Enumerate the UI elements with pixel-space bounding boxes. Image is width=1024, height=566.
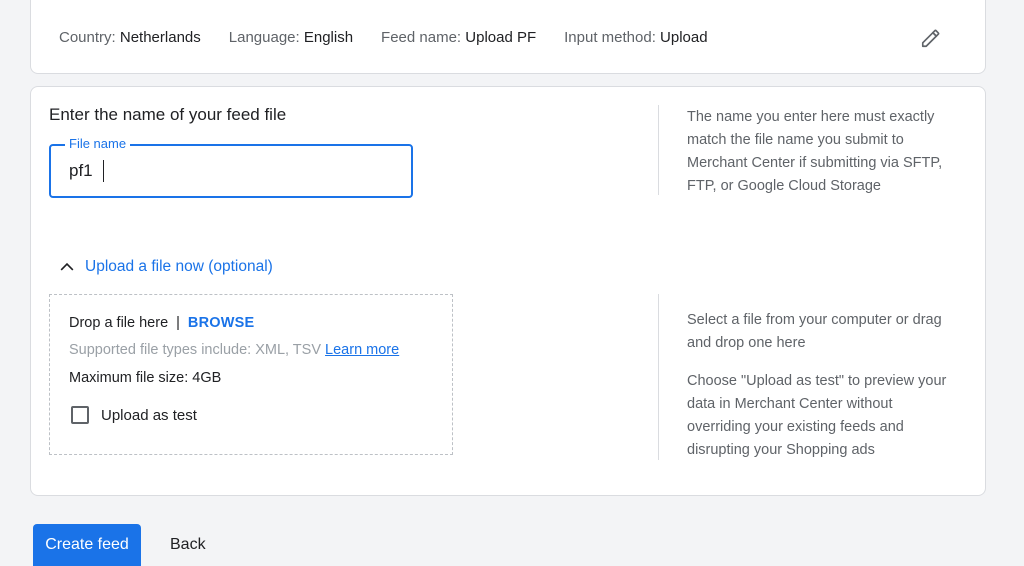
upload-toggle-label: Upload a file now (optional)	[85, 258, 273, 275]
input-method-label: Input method:	[564, 29, 656, 46]
file-name-field[interactable]: File name	[49, 136, 413, 198]
upload-file-toggle[interactable]: Upload a file now (optional)	[57, 257, 273, 277]
drop-instructions: Drop a file here | BROWSE	[69, 315, 254, 331]
input-method-value: Upload	[660, 29, 708, 46]
chevron-up-icon	[60, 262, 74, 271]
feed-name-label: Feed name:	[381, 29, 462, 46]
upload-as-test-label: Upload as test	[101, 406, 197, 424]
country-summary: Country: Netherlands	[59, 29, 201, 46]
feed-name-value: Upload PF	[465, 29, 537, 46]
language-value: English	[303, 29, 354, 46]
file-name-help-text: The name you enter here must exactly mat…	[687, 109, 943, 194]
upload-as-test-checkbox[interactable]	[71, 406, 89, 424]
feed-summary-row: Country: Netherlands Language: English F…	[59, 29, 708, 46]
feed-file-card: Enter the name of your feed file File na…	[30, 86, 986, 496]
file-name-input[interactable]	[69, 158, 389, 184]
section-title: Enter the name of your feed file	[49, 105, 287, 124]
upload-as-test-option[interactable]: Upload as test	[71, 406, 197, 424]
learn-more-link[interactable]: Learn more	[325, 342, 399, 358]
feed-name-summary: Feed name: Upload PF	[381, 29, 536, 46]
file-name-label: File name	[65, 136, 131, 151]
supported-types: Supported file types include: XML, TSV L…	[69, 342, 399, 358]
create-feed-button[interactable]: Create feed	[33, 524, 141, 566]
back-button[interactable]: Back	[158, 524, 218, 566]
browse-button[interactable]: BROWSE	[188, 315, 254, 331]
upload-help-text: Select a file from your computer or drag…	[687, 312, 942, 351]
pencil-icon	[921, 29, 940, 48]
drop-text: Drop a file here	[69, 315, 169, 331]
edit-summary-button[interactable]	[917, 24, 945, 52]
language-summary: Language: English	[229, 29, 353, 46]
max-file-size: Maximum file size: 4GB	[69, 370, 222, 386]
separator: |	[176, 315, 180, 331]
column-divider	[658, 294, 659, 460]
supported-types-text: Supported file types include: XML, TSV	[69, 342, 322, 358]
column-divider	[658, 105, 659, 195]
input-method-summary: Input method: Upload	[564, 29, 707, 46]
file-dropzone[interactable]: Drop a file here | BROWSE Supported file t…	[49, 294, 453, 455]
text-caret	[103, 160, 104, 182]
feed-summary-card: Country: Netherlands Language: English F…	[30, 0, 986, 74]
country-label: Country:	[59, 29, 116, 46]
country-value: Netherlands	[119, 29, 201, 46]
language-label: Language:	[228, 29, 300, 46]
upload-as-test-help-text: Choose "Upload as test" to preview your …	[687, 373, 947, 458]
